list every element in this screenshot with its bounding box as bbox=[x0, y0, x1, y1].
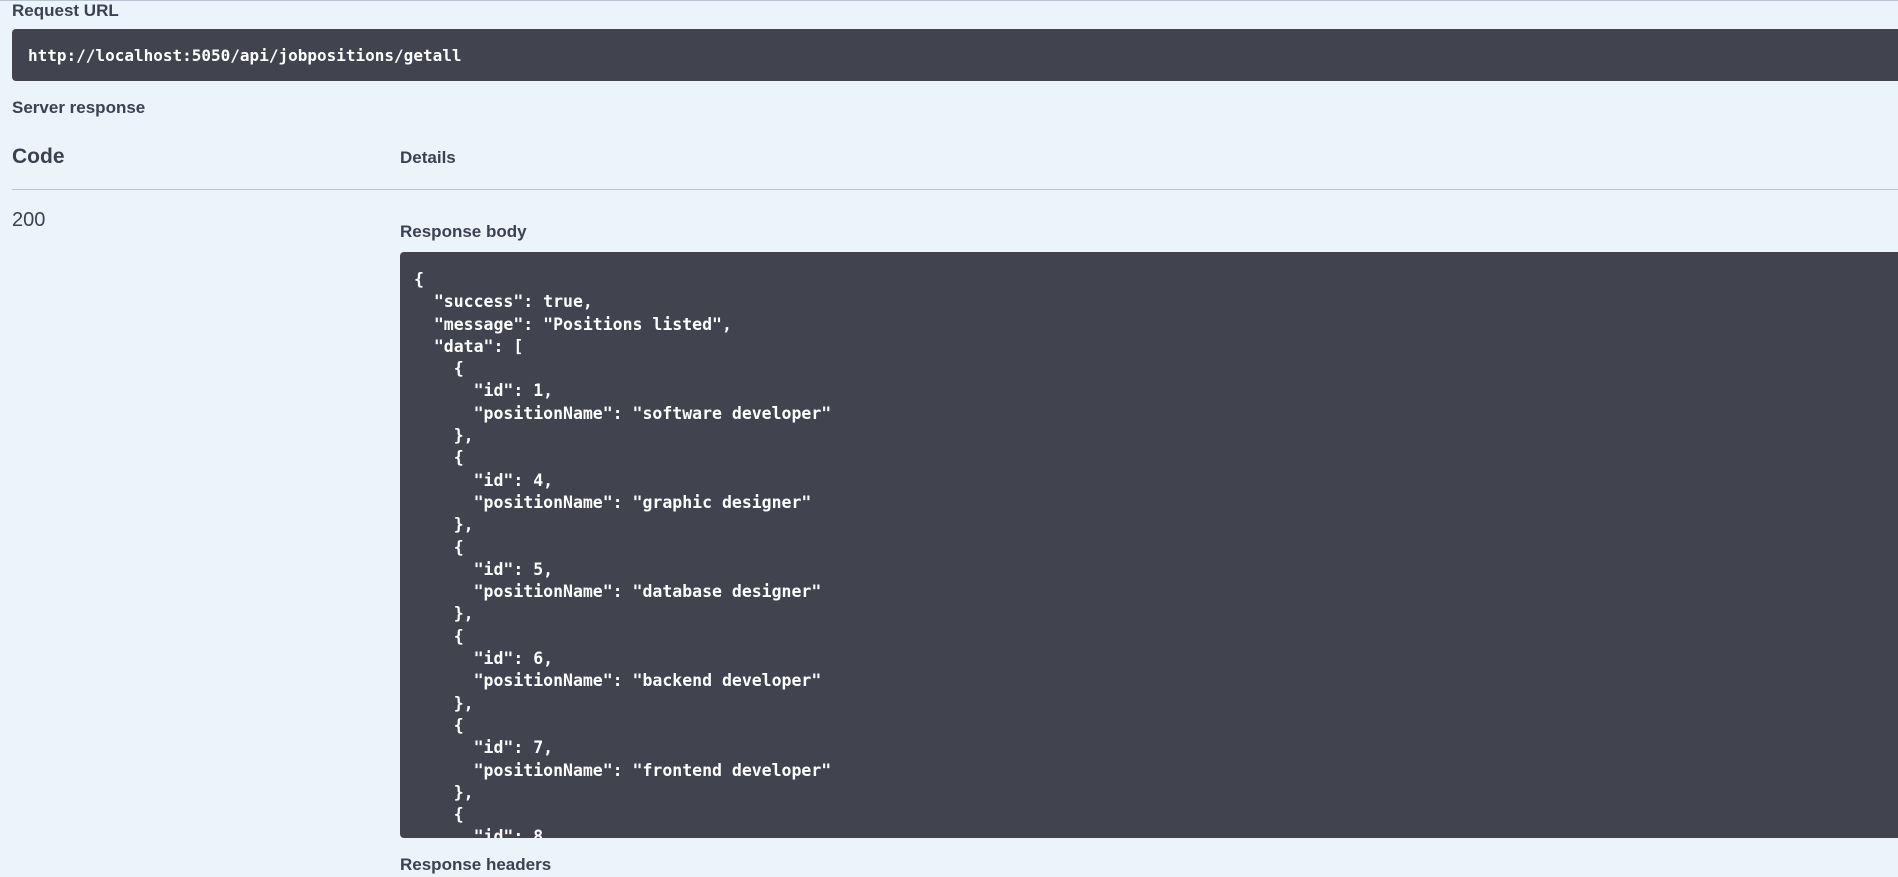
response-status-code: 200 bbox=[12, 209, 46, 231]
request-url-label: Request URL bbox=[12, 1, 119, 20]
response-body-label: Response body bbox=[400, 222, 527, 241]
code-column-header: Code bbox=[12, 145, 65, 168]
response-headers-label: Response headers bbox=[400, 855, 552, 874]
request-url-box[interactable]: http://localhost:5050/api/jobpositions/g… bbox=[12, 29, 1898, 81]
request-url-value[interactable]: http://localhost:5050/api/jobpositions/g… bbox=[28, 46, 461, 65]
details-column-header: Details bbox=[400, 148, 456, 167]
response-body-json[interactable]: { "success": true, "message": "Positions… bbox=[414, 269, 1898, 838]
table-header-divider bbox=[12, 189, 1898, 190]
top-divider bbox=[0, 0, 1898, 1]
server-response-label: Server response bbox=[12, 98, 146, 117]
response-body-box[interactable]: { "success": true, "message": "Positions… bbox=[400, 252, 1898, 838]
